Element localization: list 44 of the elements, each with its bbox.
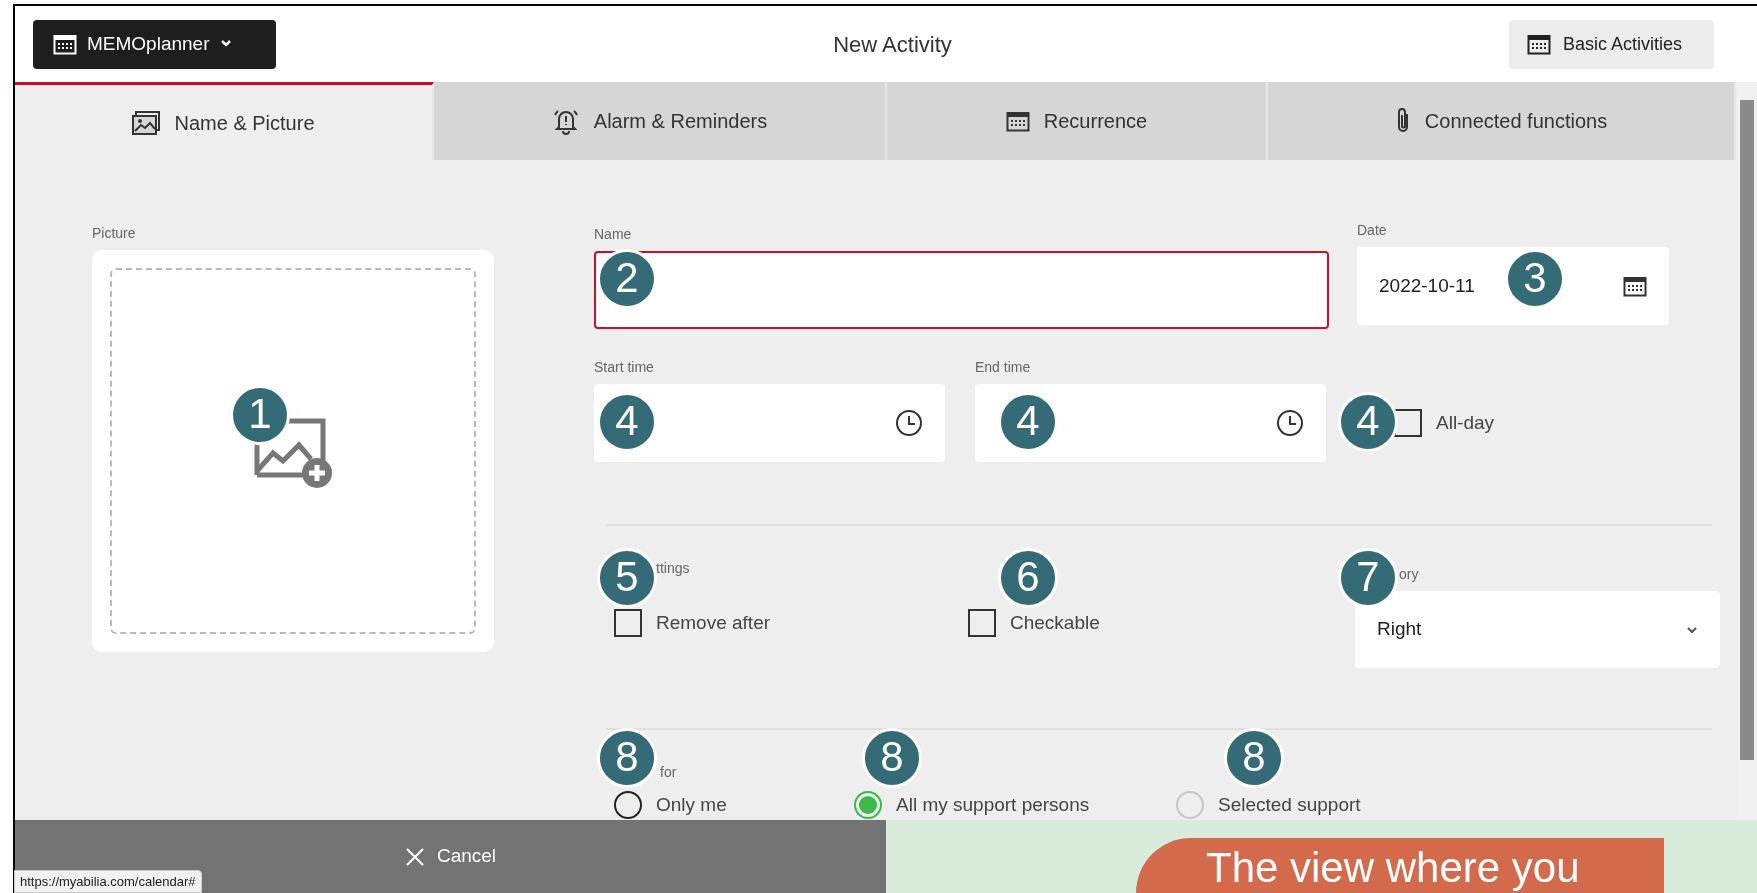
calendar-icon [1005,110,1030,132]
window-title: New Activity [833,30,952,59]
clock-icon [895,409,923,437]
picture-card[interactable] [92,250,494,652]
calendar-icon [1527,33,1551,55]
checkbox-label: Remove after [656,611,771,635]
field-label: ttings [656,560,690,577]
field-label: Start time [594,359,654,376]
radio-label: Selected support [1218,793,1361,817]
end-time-field[interactable] [975,384,1326,462]
radio-label: Only me [656,793,727,817]
radio-button[interactable] [854,791,882,820]
checkbox[interactable] [968,609,996,638]
tab[interactable]: Name & Picture [15,82,434,160]
chevron-down-icon [219,40,232,48]
checkbox-label: Checkable [1010,611,1100,635]
field-label: ory [1399,566,1419,583]
chevron-down-icon [1686,625,1698,634]
close-icon [404,846,425,867]
calendar-icon [1623,275,1647,297]
name-field[interactable] [594,251,1329,329]
start-time-field[interactable] [594,384,945,462]
bell-icon [551,107,580,135]
basic-activities-button[interactable]: Basic Activities [1509,19,1714,69]
banner-text: The view where you [1136,838,1664,893]
field-label: for [660,764,677,781]
checkbox-label: All-day [1436,410,1495,435]
field-label: Name [594,226,632,243]
status-url: https://myabilia.com/calendar# [14,869,202,893]
calendar-icon [53,33,77,55]
radio-label: All my support persons [896,793,1090,817]
tab[interactable]: Recurrence [887,82,1268,160]
app-menu-button[interactable]: MEMOplanner [33,19,276,69]
field-label: End time [975,359,1031,376]
field-label: Picture [92,225,136,242]
checkbox[interactable] [614,609,642,638]
tab[interactable]: Alarm & Reminders [434,82,887,160]
clock-icon [1276,409,1304,437]
date-value: 2022-10-11 [1379,273,1475,298]
field-label: Date [1357,222,1387,239]
picture-icon [132,110,161,135]
dropdown-value: Right [1377,617,1422,642]
tab[interactable]: Connected functions [1268,82,1736,160]
category-dropdown[interactable]: Right [1355,591,1720,668]
